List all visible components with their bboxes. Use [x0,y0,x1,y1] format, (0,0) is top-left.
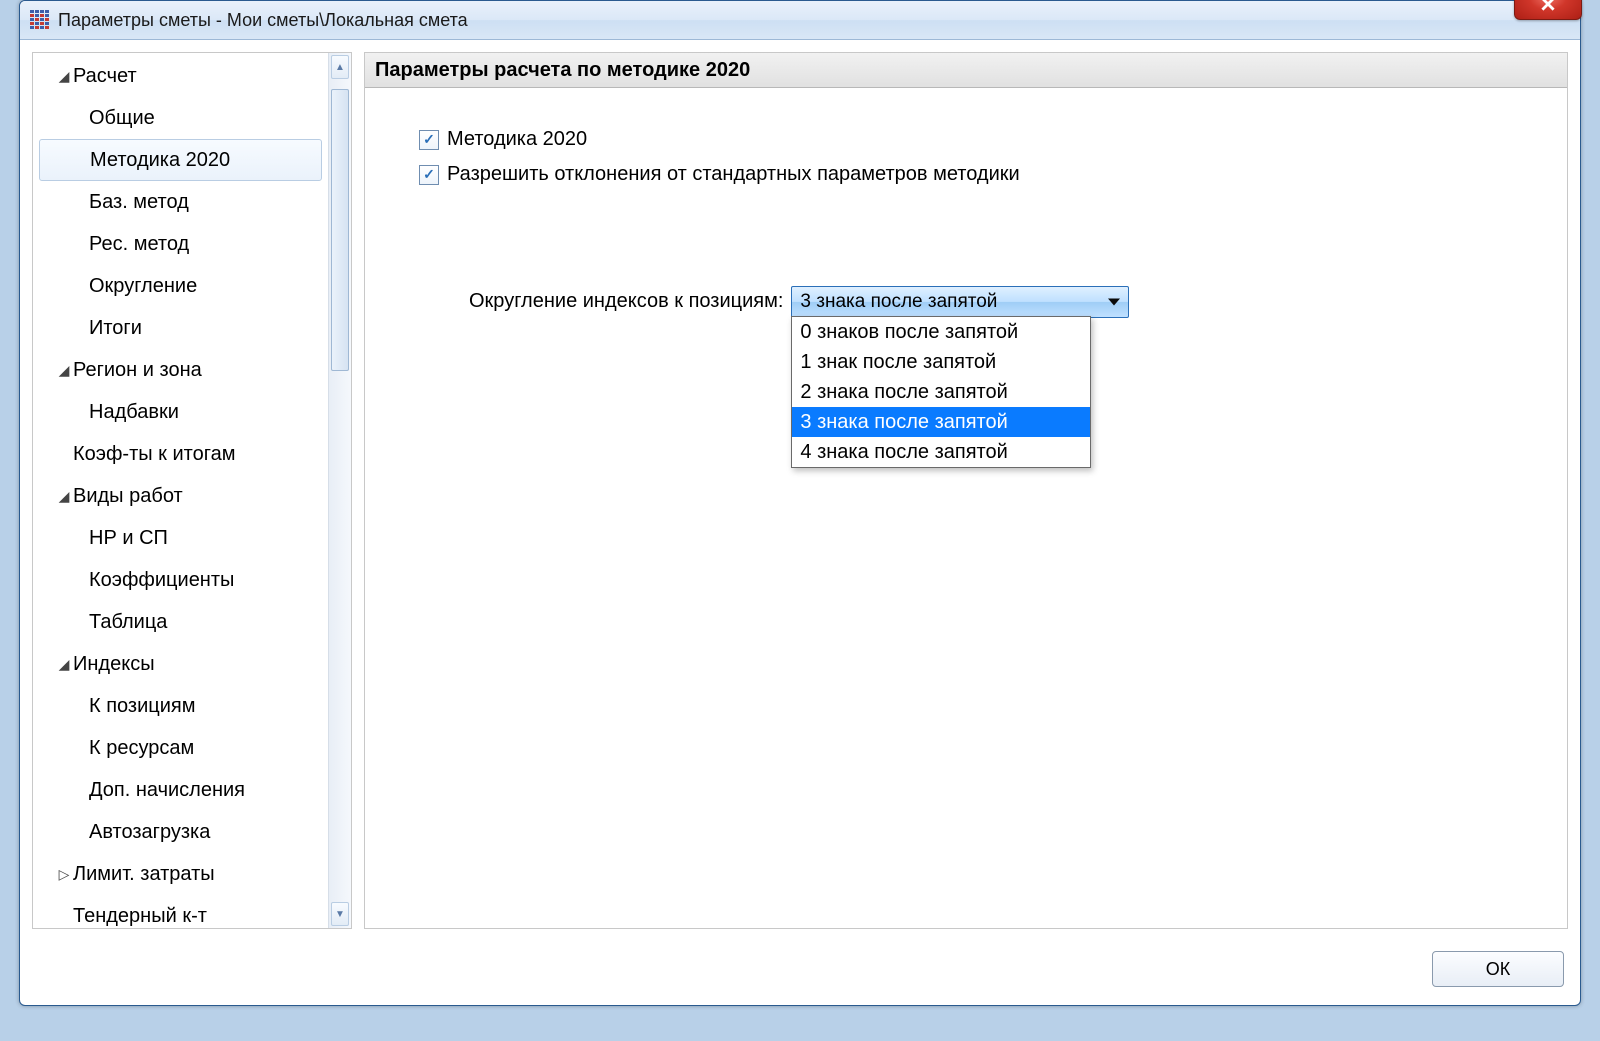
tree-node-nadbavki[interactable]: Надбавки [33,391,328,433]
tree-label: Коэф-ты к итогам [73,443,235,466]
tree-node-tablica[interactable]: Таблица [33,601,328,643]
tree-node-dopnachisleniya[interactable]: Доп. начисления [33,769,328,811]
tree-label: Общие [89,107,155,130]
tree-node-resmetod[interactable]: Рес. метод [33,223,328,265]
tree-node-avtozagruzka[interactable]: Автозагрузка [33,811,328,853]
scroll-up-button[interactable]: ▲ [331,55,349,79]
rounding-dropdown[interactable]: 3 знака после запятой 0 знаков после зап… [791,286,1091,316]
tree-node-kresursam[interactable]: К ресурсам [33,727,328,769]
tree-node-itogi[interactable]: Итоги [33,307,328,349]
checkbox-row-allow-deviations[interactable]: ✓ Разрешить отклонения от стандартных па… [419,163,1523,186]
tree-label: Округление [89,275,197,298]
tree-node-okruglenie[interactable]: Округление [33,265,328,307]
dropdown-list: 0 знаков после запятой 1 знак после запя… [791,316,1091,468]
tree-label: Регион и зона [73,359,202,382]
window-title: Параметры сметы - Мои сметы\Локальная см… [58,10,1580,31]
tree-label: НР и СП [89,527,168,550]
tree-node-indeksy[interactable]: ◢Индексы [33,643,328,685]
rounding-field: Округление индексов к позициям: 3 знака … [469,286,1523,316]
dropdown-option-1[interactable]: 1 знак после запятой [792,347,1090,377]
content-area: ◢Расчет Общие Методика 2020 Баз. метод Р… [20,40,1580,941]
dialog-window: Параметры сметы - Мои сметы\Локальная см… [19,0,1581,1006]
panel-header: Параметры расчета по методике 2020 [365,53,1567,88]
dropdown-option-2[interactable]: 2 знака после запятой [792,377,1090,407]
ok-button-label: ОК [1486,959,1511,980]
tree-node-koefitogam[interactable]: Коэф-ты к итогам [33,433,328,475]
checkbox-label: Разрешить отклонения от стандартных пара… [447,163,1020,186]
panel-body: ✓ Методика 2020 ✓ Разрешить отклонения о… [365,88,1567,928]
tree-label: Автозагрузка [89,821,210,844]
chevron-down-icon [1108,299,1120,306]
dropdown-button[interactable]: 3 знака после запятой [791,286,1129,318]
tree-node-regionzona[interactable]: ◢Регион и зона [33,349,328,391]
close-button[interactable] [1514,0,1582,20]
tree-label: Рес. метод [89,233,189,256]
chevron-down-icon: ◢ [55,488,73,505]
tree-node-tenderkt[interactable]: Тендерный к-т [33,895,328,928]
tree-node-vidyrabot[interactable]: ◢Виды работ [33,475,328,517]
chevron-right-icon: ▷ [55,866,73,883]
tree-label: К ресурсам [89,737,194,760]
main-panel: Параметры расчета по методике 2020 ✓ Мет… [364,52,1568,929]
tree-label: Итоги [89,317,142,340]
tree-node-kpoziciyam[interactable]: К позициям [33,685,328,727]
dropdown-option-4[interactable]: 4 знака после запятой [792,437,1090,467]
dropdown-option-0[interactable]: 0 знаков после запятой [792,317,1090,347]
tree-label: Коэффициенты [89,569,234,592]
scroll-thumb[interactable] [331,89,349,371]
tree-node-obshie[interactable]: Общие [33,97,328,139]
tree-label: Индексы [73,653,155,676]
tree-label: Методика 2020 [90,149,230,172]
tree-label: Доп. начисления [89,779,245,802]
chevron-down-icon: ◢ [55,656,73,673]
dropdown-option-3[interactable]: 3 знака после запятой [792,407,1090,437]
scroll-track[interactable] [329,81,351,900]
close-icon [1541,0,1555,11]
ok-button[interactable]: ОК [1432,951,1564,987]
dialog-footer: ОК [20,941,1580,1005]
app-icon [30,10,50,30]
nav-tree: ◢Расчет Общие Методика 2020 Баз. метод Р… [33,53,328,928]
sidebar-scrollbar[interactable]: ▲ ▼ [328,53,351,928]
sidebar: ◢Расчет Общие Методика 2020 Баз. метод Р… [32,52,352,929]
checkbox-allow-deviations[interactable]: ✓ [419,165,439,185]
rounding-label: Округление индексов к позициям: [469,290,783,313]
tree-label: Расчет [73,65,137,88]
tree-label: Лимит. затраты [73,863,215,886]
tree-node-metodika2020[interactable]: Методика 2020 [39,139,322,181]
tree-label: Таблица [89,611,167,634]
tree-label: Надбавки [89,401,179,424]
tree-node-nrsp[interactable]: НР и СП [33,517,328,559]
tree-label: Виды работ [73,485,183,508]
tree-node-raschet[interactable]: ◢Расчет [33,55,328,97]
panel-title: Параметры расчета по методике 2020 [375,59,750,82]
dropdown-selected-text: 3 знака после запятой [800,291,997,313]
tree-label: Баз. метод [89,191,189,214]
chevron-down-icon: ◢ [55,362,73,379]
tree-label: К позициям [89,695,195,718]
checkbox-row-metodika[interactable]: ✓ Методика 2020 [419,128,1523,151]
scroll-down-button[interactable]: ▼ [331,902,349,926]
tree-node-koefficienty[interactable]: Коэффициенты [33,559,328,601]
tree-node-limitzatraty[interactable]: ▷Лимит. затраты [33,853,328,895]
checkbox-metodika[interactable]: ✓ [419,130,439,150]
title-bar[interactable]: Параметры сметы - Мои сметы\Локальная см… [20,1,1580,40]
chevron-down-icon: ◢ [55,68,73,85]
checkbox-label: Методика 2020 [447,128,587,151]
tree-label: Тендерный к-т [73,905,207,928]
tree-node-bazmetod[interactable]: Баз. метод [33,181,328,223]
